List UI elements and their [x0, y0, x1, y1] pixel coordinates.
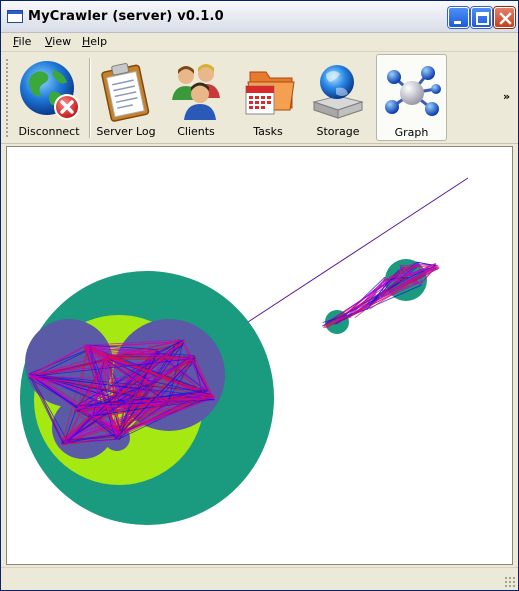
clients-button[interactable]: Clients [161, 54, 231, 141]
globe-storage-icon [312, 65, 364, 119]
toolbar-overflow-chevron[interactable]: » [503, 90, 510, 103]
graph-edge [326, 293, 377, 326]
tasks-button[interactable]: Tasks [233, 54, 303, 141]
status-bar [1, 567, 518, 590]
clients-label: Clients [177, 125, 215, 138]
resize-grip[interactable] [504, 576, 516, 588]
graph-visualization [20, 177, 469, 525]
calendar-folder-icon [245, 71, 295, 115]
server-log-button[interactable]: Server Log [91, 54, 161, 141]
clipboard-icon [101, 63, 150, 122]
server-log-label: Server Log [96, 125, 156, 138]
maximize-button[interactable] [471, 7, 492, 28]
menu-file-label: ile [18, 35, 32, 48]
close-button[interactable] [494, 7, 515, 28]
users-icon [172, 64, 220, 120]
title-bar[interactable]: MyCrawler (server) v0.1.0 [1, 1, 518, 33]
menu-view-label: iew [52, 35, 72, 48]
graph-canvas[interactable] [6, 146, 513, 565]
close-icon [499, 12, 512, 25]
menu-help[interactable]: Help [80, 35, 109, 48]
molecule-graph-icon [384, 66, 441, 116]
disconnect-label: Disconnect [18, 125, 80, 138]
app-window-icon [7, 10, 23, 23]
window-title: MyCrawler (server) v0.1.0 [28, 9, 224, 24]
disconnect-button[interactable]: Disconnect [14, 54, 84, 141]
menu-view[interactable]: View [43, 35, 73, 48]
storage-label: Storage [316, 125, 360, 138]
small-cluster-edges [321, 261, 440, 329]
toolbar: Disconnect Server Log Clients Tasks Stor… [1, 52, 518, 144]
minimize-icon [454, 21, 461, 24]
globe-disconnect-icon [20, 61, 80, 120]
menu-file[interactable]: File [11, 35, 33, 48]
storage-button[interactable]: Storage [303, 54, 373, 141]
menu-bar: File View Help [1, 33, 518, 52]
tasks-label: Tasks [253, 125, 283, 138]
graph-label: Graph [394, 126, 429, 139]
maximize-icon [476, 12, 489, 25]
graph-button[interactable]: Graph [376, 54, 447, 141]
app-window: MyCrawler (server) v0.1.0 File View Help [0, 0, 519, 591]
menu-help-label: elp [90, 35, 108, 48]
minimize-button[interactable] [448, 7, 469, 28]
toolbar-grip[interactable] [5, 58, 9, 138]
